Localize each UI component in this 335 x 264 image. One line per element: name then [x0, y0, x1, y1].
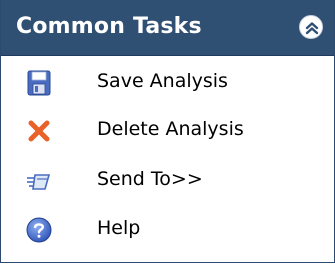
- common-tasks-panel: Common Tasks Save Analysis Delete Analys…: [0, 0, 335, 263]
- task-send-to[interactable]: Send To>>: [1, 156, 334, 206]
- task-label: Send To>>: [97, 168, 203, 190]
- task-label: Help: [97, 217, 141, 239]
- panel-header: Common Tasks: [1, 0, 334, 56]
- task-label: Save Analysis: [97, 70, 228, 92]
- panel-title: Common Tasks: [16, 14, 202, 39]
- collapse-button[interactable]: [299, 15, 323, 39]
- floppy-disk-icon: [25, 69, 53, 97]
- task-help[interactable]: Help: [1, 205, 334, 255]
- task-save-analysis[interactable]: Save Analysis: [1, 58, 334, 108]
- red-x-icon: [25, 117, 53, 145]
- task-delete-analysis[interactable]: Delete Analysis: [1, 106, 334, 156]
- help-icon: [25, 216, 53, 244]
- task-label: Delete Analysis: [97, 118, 244, 140]
- send-arrow-icon: [25, 167, 53, 195]
